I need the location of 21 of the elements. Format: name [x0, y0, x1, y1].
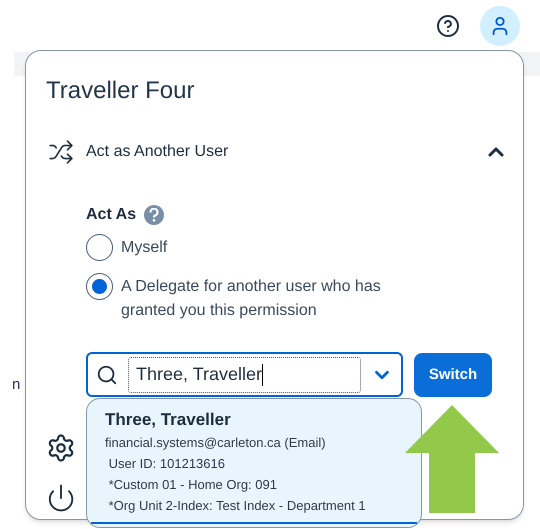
help-icon[interactable]	[436, 14, 460, 38]
act-as-section-header[interactable]: Act as Another User	[46, 137, 508, 167]
search-icon	[96, 364, 118, 386]
user-avatar-button[interactable]	[480, 6, 520, 46]
suggestion-detail: financial.systems@carleton.ca (Email)	[105, 434, 327, 452]
gear-icon[interactable]	[46, 433, 76, 463]
radio-button[interactable]	[86, 273, 113, 300]
user-suggestion[interactable]: Three, Traveller financial.systems@carleton.ca (Email) User ID: 101213616 *Custom 01 - Home Org: 091 *Org Unit 2-Index: Test Index - Department 1	[86, 398, 422, 528]
radio-label: Myself	[121, 238, 168, 258]
suggestion-name: Three, Traveller	[105, 409, 232, 431]
suggestion-detail: *Custom 01 - Home Org: 091	[108, 476, 278, 494]
user-name: Traveller Four	[46, 76, 194, 106]
suggestion-detail: User ID: 101213616	[108, 455, 226, 473]
act-as-label: Act As	[86, 205, 136, 225]
user-search-field[interactable]: Three, Traveller	[86, 352, 403, 397]
switch-button[interactable]: Switch	[414, 353, 492, 397]
power-icon[interactable]	[46, 483, 76, 513]
radio-label: A Delegate for another user who has granted you this permission	[121, 277, 382, 321]
radio-button[interactable]	[86, 234, 113, 261]
suggestion-detail: *Org Unit 2-Index: Test Index - Department 1	[108, 497, 367, 515]
page-text: n	[12, 375, 20, 395]
